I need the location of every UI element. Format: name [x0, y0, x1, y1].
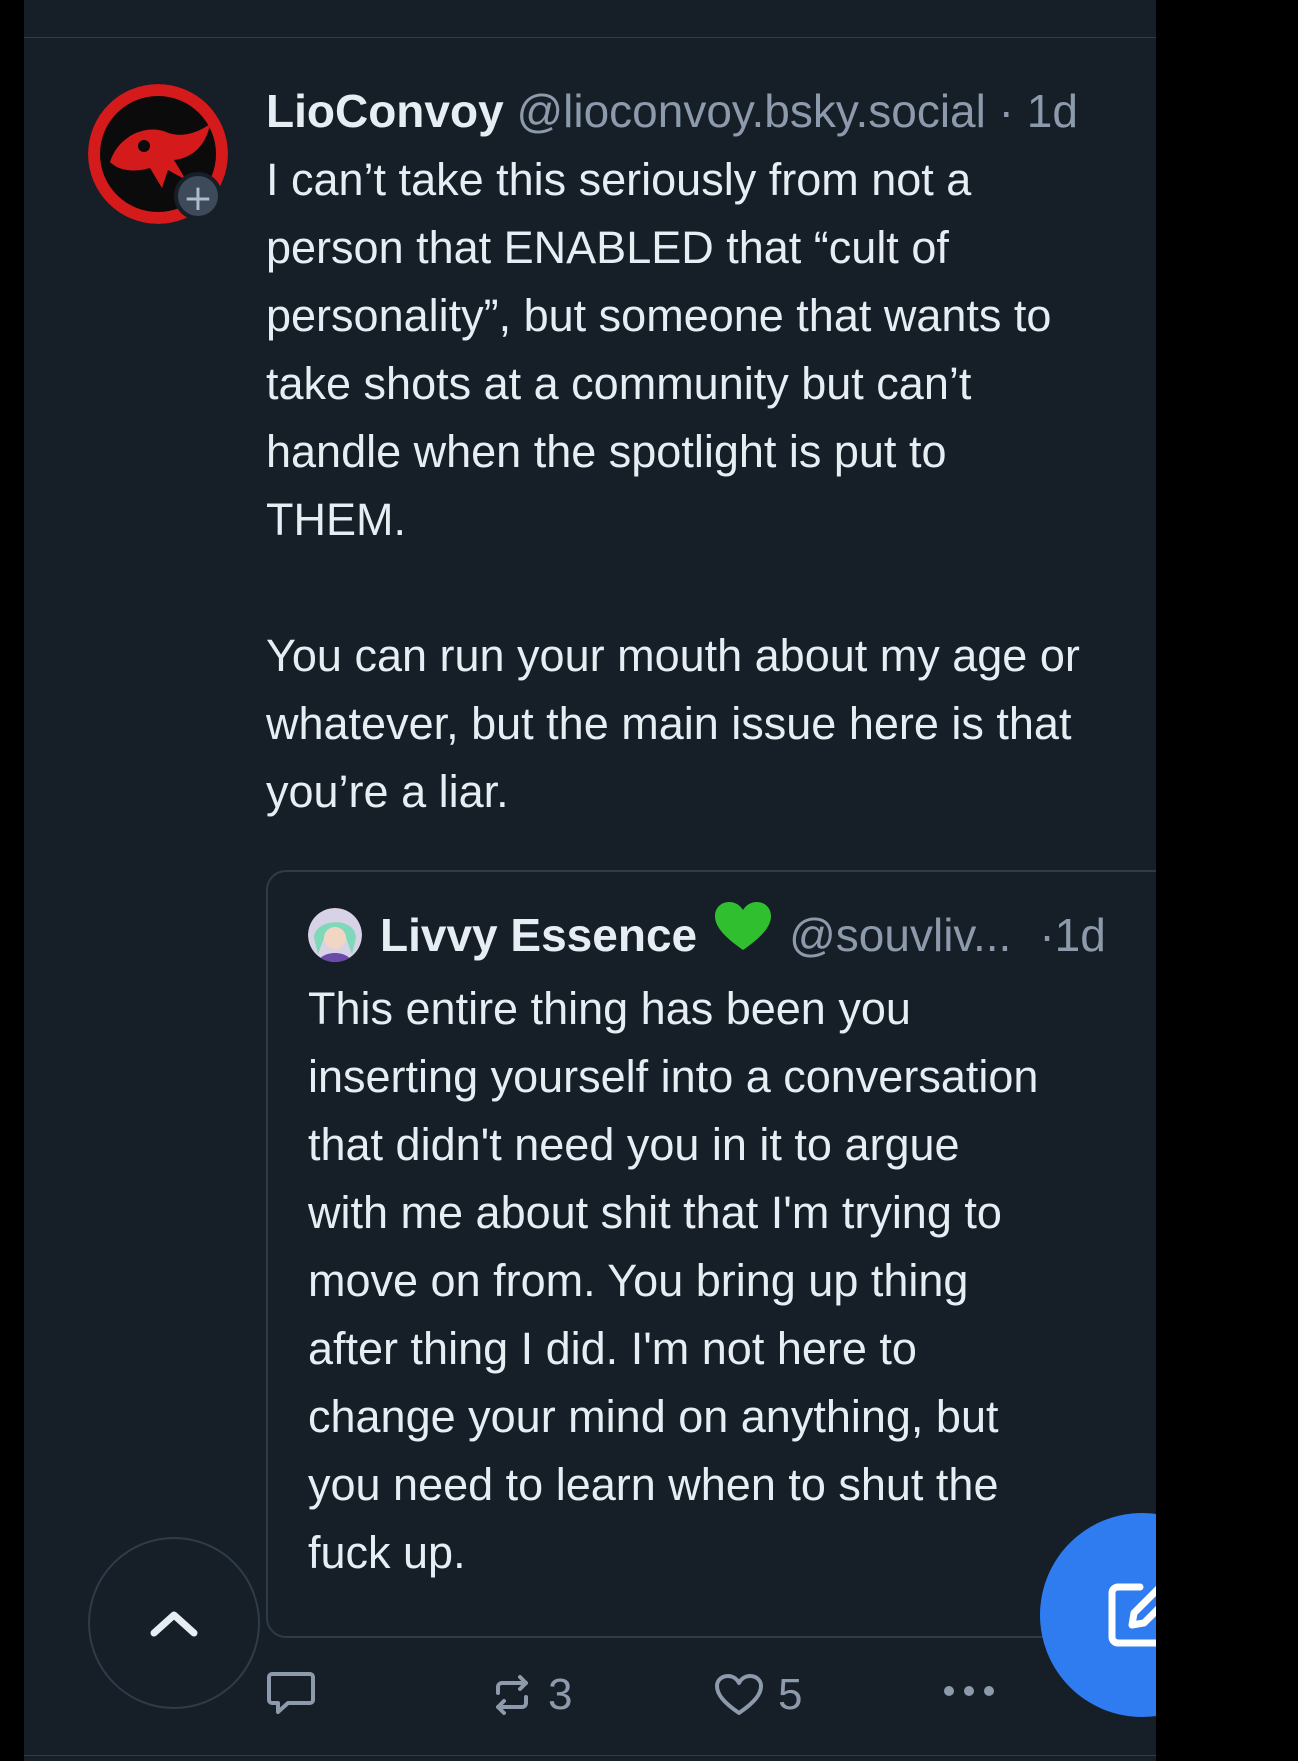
chevron-up-icon — [150, 1611, 198, 1637]
feed: + LioConvoy @lioconvoy.bsky.social · 1d … — [24, 0, 1254, 1761]
post-separator: · — [985, 85, 1027, 137]
heart-outline-icon — [715, 1674, 763, 1715]
green-heart-icon — [715, 902, 772, 967]
quote-author-avatar — [308, 907, 362, 962]
ellipsis-icon — [944, 1686, 994, 1696]
character-avatar-icon — [308, 907, 362, 962]
like-button[interactable]: 5 — [714, 1670, 802, 1720]
repost-count: 3 — [548, 1670, 573, 1719]
right-edge — [1156, 0, 1298, 1761]
repost-button[interactable]: 3 — [490, 1670, 572, 1720]
quote-handle[interactable]: @souvliv... — [789, 904, 1011, 966]
post-author[interactable]: LioConvoy — [266, 85, 504, 137]
quote-author[interactable]: Livvy Essence — [380, 904, 697, 966]
quote-time[interactable]: 1d — [1055, 909, 1106, 961]
post-time[interactable]: 1d — [1027, 85, 1078, 137]
left-edge — [0, 0, 24, 1761]
reply-button[interactable] — [266, 1670, 316, 1716]
follow-plus-button[interactable]: + — [174, 172, 222, 220]
like-count: 5 — [778, 1670, 803, 1719]
post-header: LioConvoy @lioconvoy.bsky.social · 1d — [266, 80, 1156, 142]
more-options-button[interactable] — [942, 1684, 1002, 1698]
post-handle[interactable]: @lioconvoy.bsky.social — [516, 85, 985, 137]
quote-time-wrap: ·1d — [1039, 904, 1106, 966]
post-actions: 3 5 — [266, 1670, 1066, 1730]
quote-header: Livvy Essence @souvliv... ·1d — [308, 902, 1212, 967]
post: LioConvoy @lioconvoy.bsky.social · 1d I … — [266, 80, 1156, 826]
divider — [24, 1755, 1156, 1756]
divider — [24, 37, 1156, 38]
quote-separator: · — [1039, 908, 1055, 961]
repost-arrows-icon — [496, 1675, 528, 1715]
scroll-to-top-button[interactable] — [88, 1537, 260, 1709]
post-body: I can’t take this seriously from not a p… — [266, 154, 1080, 817]
speech-bubble-icon — [267, 1672, 315, 1714]
quote-body: This entire thing has been you inserting… — [308, 983, 1039, 1578]
